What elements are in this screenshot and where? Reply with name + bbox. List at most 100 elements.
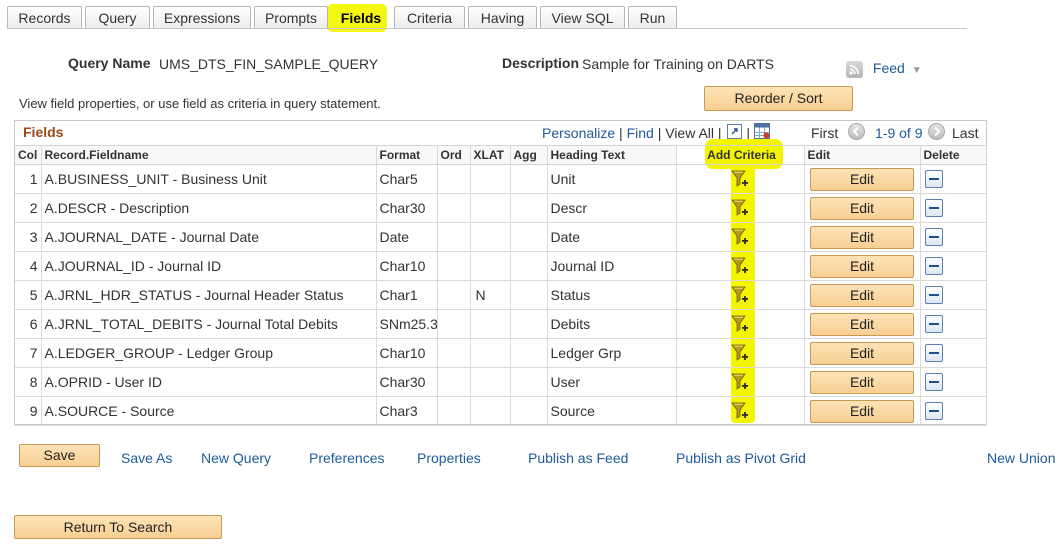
table-header-row: Col Record.Fieldname Format Ord XLAT Agg… xyxy=(15,145,987,165)
new-query-link[interactable]: New Query xyxy=(201,450,271,466)
cell-edit: Edit xyxy=(804,338,921,368)
cell-add-criteria xyxy=(676,164,805,194)
column-header-format[interactable]: Format xyxy=(376,145,438,165)
minus-icon[interactable] xyxy=(924,228,943,247)
tab-query[interactable]: Query xyxy=(85,6,150,29)
minus-icon[interactable] xyxy=(924,199,943,218)
edit-button[interactable]: Edit xyxy=(810,167,914,191)
cell-edit: Edit xyxy=(804,396,921,426)
column-header-agg[interactable]: Agg xyxy=(510,145,548,165)
edit-button[interactable]: Edit xyxy=(810,370,914,394)
cell-fieldname: A.JOURNAL_DATE - Journal Date xyxy=(41,222,377,252)
cell-heading: Debits xyxy=(547,309,677,339)
tab-run[interactable]: Run xyxy=(628,6,677,29)
publish-as-feed-link[interactable]: Publish as Feed xyxy=(528,450,628,466)
funnel-add-icon[interactable] xyxy=(731,169,749,189)
column-header-ord[interactable]: Ord xyxy=(437,145,471,165)
cell-col: 7 xyxy=(15,338,42,368)
first-link[interactable]: First xyxy=(811,125,838,141)
tab-prompts[interactable]: Prompts xyxy=(254,6,328,29)
cell-add-criteria xyxy=(676,396,805,426)
cell-ord xyxy=(437,222,471,252)
preferences-link[interactable]: Preferences xyxy=(309,450,384,466)
cell-ord xyxy=(437,309,471,339)
cell-xlat xyxy=(470,309,511,339)
cell-add-criteria xyxy=(676,251,805,281)
cell-agg xyxy=(510,396,548,426)
funnel-add-icon[interactable] xyxy=(731,285,749,305)
funnel-add-icon[interactable] xyxy=(731,372,749,392)
find-link[interactable]: Find xyxy=(627,125,654,141)
save-button[interactable]: Save xyxy=(19,444,100,467)
edit-button[interactable]: Edit xyxy=(810,283,914,307)
cell-format: Char10 xyxy=(376,251,438,281)
edit-button[interactable]: Edit xyxy=(810,196,914,220)
cell-format: Char10 xyxy=(376,338,438,368)
rss-feed-icon xyxy=(846,60,863,78)
cell-xlat xyxy=(470,193,511,223)
column-header-add-criteria: Add Criteria xyxy=(676,145,805,165)
minus-icon[interactable] xyxy=(924,286,943,305)
properties-link[interactable]: Properties xyxy=(417,450,481,466)
cell-heading: Status xyxy=(547,280,677,310)
tab-criteria[interactable]: Criteria xyxy=(394,6,465,29)
funnel-add-icon[interactable] xyxy=(731,198,749,218)
minus-icon[interactable] xyxy=(924,315,943,334)
minus-icon[interactable] xyxy=(924,257,943,276)
download-grid-icon[interactable] xyxy=(753,123,770,140)
edit-button[interactable]: Edit xyxy=(810,312,914,336)
feed-link[interactable]: Feed ▼ xyxy=(846,60,922,78)
save-as-link[interactable]: Save As xyxy=(121,450,172,466)
grid-title: Fields xyxy=(23,124,64,140)
cell-format: Char1 xyxy=(376,280,438,310)
table-row: 7 A.LEDGER_GROUP - Ledger Group Char10 Ledg… xyxy=(15,338,987,368)
cell-agg xyxy=(510,164,548,194)
query-name-value: UMS_DTS_FIN_SAMPLE_QUERY xyxy=(159,56,379,72)
cell-format: Char30 xyxy=(376,367,438,397)
tab-fields[interactable]: Fields xyxy=(331,6,391,29)
funnel-add-icon[interactable] xyxy=(731,256,749,276)
cell-heading: Ledger Grp xyxy=(547,338,677,368)
funnel-add-icon[interactable] xyxy=(731,401,749,421)
cell-edit: Edit xyxy=(804,222,921,252)
column-header-fieldname[interactable]: Record.Fieldname xyxy=(41,145,377,165)
new-union-link[interactable]: New Union xyxy=(987,450,1055,466)
edit-button[interactable]: Edit xyxy=(810,254,914,278)
prev-page-button[interactable] xyxy=(848,122,865,140)
return-to-search-button[interactable]: Return To Search xyxy=(14,515,222,539)
minus-icon[interactable] xyxy=(924,344,943,363)
column-header-xlat[interactable]: XLAT xyxy=(470,145,511,165)
funnel-add-icon[interactable] xyxy=(731,227,749,247)
edit-button[interactable]: Edit xyxy=(810,341,914,365)
cell-format: Char30 xyxy=(376,193,438,223)
publish-as-pivot-grid-link[interactable]: Publish as Pivot Grid xyxy=(676,450,806,466)
tab-records[interactable]: Records xyxy=(7,6,82,29)
column-header-heading[interactable]: Heading Text xyxy=(547,145,677,165)
tab-expressions[interactable]: Expressions xyxy=(153,6,251,29)
chevron-right-icon xyxy=(928,122,945,140)
edit-button[interactable]: Edit xyxy=(810,225,914,249)
minus-icon[interactable] xyxy=(924,170,943,189)
cell-edit: Edit xyxy=(804,309,921,339)
cell-col: 9 xyxy=(15,396,42,426)
tab-view-sql[interactable]: View SQL xyxy=(540,6,625,29)
zoom-icon[interactable] xyxy=(727,123,743,139)
cell-fieldname: A.OPRID - User ID xyxy=(41,367,377,397)
minus-icon[interactable] xyxy=(924,402,943,421)
cell-delete xyxy=(920,222,987,252)
next-page-button[interactable] xyxy=(928,122,945,140)
minus-icon[interactable] xyxy=(924,373,943,392)
last-link[interactable]: Last xyxy=(952,125,978,141)
personalize-link[interactable]: Personalize xyxy=(542,125,615,141)
tab-having[interactable]: Having xyxy=(468,6,537,29)
edit-button[interactable]: Edit xyxy=(810,399,914,423)
cell-col: 3 xyxy=(15,222,42,252)
view-all-link[interactable]: View All xyxy=(665,125,714,141)
cell-format: Date xyxy=(376,222,438,252)
cell-fieldname: A.SOURCE - Source xyxy=(41,396,377,426)
reorder-sort-button[interactable]: Reorder / Sort xyxy=(704,86,853,111)
cell-format: SNm25.3 xyxy=(376,309,438,339)
cell-xlat xyxy=(470,367,511,397)
funnel-add-icon[interactable] xyxy=(731,343,749,363)
funnel-add-icon[interactable] xyxy=(731,314,749,334)
